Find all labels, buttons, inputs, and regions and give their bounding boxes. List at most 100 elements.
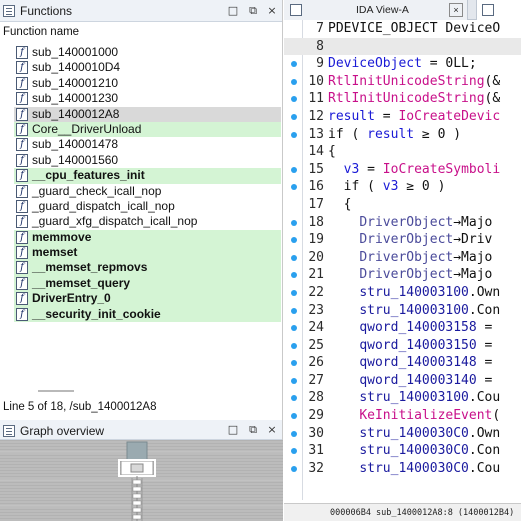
code-text: qword_140003150 = bbox=[328, 337, 492, 355]
horizontal-scrollbar[interactable] bbox=[38, 390, 74, 392]
function-list-item[interactable]: f __memset_query bbox=[14, 275, 281, 292]
code-line[interactable]: 32 stru_1400030C0.Cou bbox=[284, 460, 521, 478]
breakpoint-dot-icon[interactable] bbox=[291, 307, 297, 314]
code-line[interactable]: 11 RtlInitUnicodeString(& bbox=[284, 90, 521, 108]
breakpoint-dot-icon[interactable] bbox=[291, 113, 297, 120]
code-text: result = IoCreateDevic bbox=[328, 108, 500, 126]
function-list-item[interactable]: f DriverEntry_0 bbox=[14, 291, 281, 307]
breakpoint-dot-icon[interactable] bbox=[291, 96, 297, 103]
functions-status: Line 5 of 18, /sub_1400012A8 bbox=[3, 401, 157, 413]
restore-icon[interactable]: □ bbox=[225, 422, 241, 438]
functions-panel: Functions □ ⧉ × Function name f sub_14000… bbox=[0, 0, 283, 418]
breakpoint-dot-icon[interactable] bbox=[291, 166, 297, 173]
breakpoint-dot-icon[interactable] bbox=[291, 413, 297, 420]
function-list-item[interactable]: f _guard_dispatch_icall_nop bbox=[14, 199, 281, 214]
code-line[interactable]: 21 DriverObject→Majo bbox=[284, 266, 521, 284]
code-line[interactable]: 9 DeviceObject = 0LL; bbox=[284, 55, 521, 73]
breakpoint-dot-icon[interactable] bbox=[291, 219, 297, 226]
code-text: v3 = IoCreateSymboli bbox=[328, 161, 501, 179]
tab-close-icon[interactable]: × bbox=[449, 3, 463, 17]
code-line[interactable]: 19 DriverObject→Driv bbox=[284, 231, 521, 249]
breakpoint-dot-icon[interactable] bbox=[291, 377, 297, 384]
breakpoint-dot-icon[interactable] bbox=[291, 289, 297, 296]
code-token: result bbox=[367, 126, 415, 142]
float-icon[interactable]: ⧉ bbox=[245, 422, 261, 438]
function-icon: f bbox=[16, 92, 28, 106]
breakpoint-dot-icon[interactable] bbox=[291, 430, 297, 437]
code-line[interactable]: 22 stru_140003100.Own bbox=[284, 284, 521, 302]
breakpoint-dot-icon[interactable] bbox=[291, 131, 297, 138]
code-line[interactable]: 14{ bbox=[284, 143, 521, 161]
code-line[interactable]: 29 KeInitializeEvent( bbox=[284, 407, 521, 425]
code-line[interactable]: 28 stru_140003100.Cou bbox=[284, 389, 521, 407]
breakpoint-dot-icon[interactable] bbox=[291, 237, 297, 244]
restore-icon[interactable]: □ bbox=[225, 3, 241, 19]
function-list-item[interactable]: f sub_140001230 bbox=[14, 91, 281, 106]
code-line[interactable]: 25 qword_140003150 = bbox=[284, 337, 521, 355]
code-line[interactable]: 16 if ( v3 ≥ 0 ) bbox=[284, 178, 521, 196]
breakpoint-dot-icon[interactable] bbox=[291, 448, 297, 455]
code-lines[interactable]: 7 PDEVICE_OBJECT DeviceO 8 9 DeviceObject = … bbox=[284, 20, 521, 477]
code-line[interactable]: 31 stru_1400030C0.Con bbox=[284, 442, 521, 460]
code-line[interactable]: 15 v3 = IoCreateSymboli bbox=[284, 161, 521, 179]
breakpoint-dot-icon[interactable] bbox=[291, 254, 297, 261]
tab-pseudocode[interactable] bbox=[476, 0, 521, 20]
code-line[interactable]: 12 result = IoCreateDevic bbox=[284, 108, 521, 126]
function-list-item[interactable]: f Core__DriverUnload bbox=[14, 121, 281, 138]
function-list-item[interactable]: f sub_140001210 bbox=[14, 76, 281, 91]
breakpoint-dot-icon[interactable] bbox=[291, 184, 297, 191]
graph-overview-canvas[interactable] bbox=[0, 440, 283, 521]
code-line[interactable]: 30 stru_1400030C0.Own bbox=[284, 425, 521, 443]
function-list-item[interactable]: f __cpu_features_init bbox=[14, 168, 281, 184]
function-list-item[interactable]: f memmove bbox=[14, 229, 281, 246]
breakpoint-dot-icon[interactable] bbox=[291, 61, 297, 68]
close-icon[interactable]: × bbox=[264, 3, 280, 19]
breakpoint-dot-icon[interactable] bbox=[291, 342, 297, 349]
code-token: stru_140003100 bbox=[359, 390, 469, 406]
float-icon[interactable]: ⧉ bbox=[245, 3, 261, 19]
graph-overview-title: Graph overview bbox=[20, 424, 105, 438]
code-line[interactable]: 10 RtlInitUnicodeString(& bbox=[284, 73, 521, 91]
function-list-item[interactable]: f sub_140001478 bbox=[14, 137, 281, 152]
function-list-item[interactable]: f sub_1400010D4 bbox=[14, 60, 281, 75]
function-list-item[interactable]: f _guard_check_icall_nop bbox=[14, 184, 281, 199]
line-number: 25 bbox=[308, 337, 324, 353]
code-line[interactable]: 26 qword_140003148 = bbox=[284, 354, 521, 372]
code-line[interactable]: 24 qword_140003158 = bbox=[284, 319, 521, 337]
code-token: v3 bbox=[382, 179, 399, 195]
tab-ida-view-a[interactable]: IDA View-A × bbox=[284, 0, 468, 20]
code-text: DriverObject→Majo bbox=[328, 266, 492, 284]
function-list-item[interactable]: f _guard_xfg_dispatch_icall_nop bbox=[14, 214, 281, 229]
close-icon[interactable]: × bbox=[264, 422, 280, 438]
function-list-item[interactable]: f sub_1400012A8 bbox=[14, 106, 281, 122]
code-line[interactable]: 18 DriverObject→Majo bbox=[284, 214, 521, 232]
code-line[interactable]: 13 if ( result ≥ 0 ) bbox=[284, 126, 521, 144]
line-number: 19 bbox=[308, 232, 324, 248]
breakpoint-dot-icon[interactable] bbox=[291, 395, 297, 402]
code-line[interactable]: 7 PDEVICE_OBJECT DeviceO bbox=[284, 20, 521, 38]
function-list-item[interactable]: f sub_140001000 bbox=[14, 45, 281, 60]
function-list-item[interactable]: f __security_init_cookie bbox=[14, 306, 281, 323]
breakpoint-dot-icon[interactable] bbox=[291, 325, 297, 332]
code-line[interactable]: 17 { bbox=[284, 196, 521, 214]
breakpoint-dot-icon[interactable] bbox=[291, 465, 297, 472]
code-token: .Con bbox=[468, 302, 501, 318]
code-token: .Cou bbox=[468, 460, 501, 476]
code-line[interactable]: 20 DriverObject→Majo bbox=[284, 249, 521, 267]
breakpoint-dot-icon[interactable] bbox=[291, 272, 297, 279]
function-icon: f bbox=[16, 107, 28, 121]
code-line[interactable]: 23 stru_140003100.Con bbox=[284, 302, 521, 320]
code-line[interactable]: 8 bbox=[284, 37, 521, 56]
column-header-function-name[interactable]: Function name bbox=[0, 26, 282, 44]
function-list-item[interactable]: f __memset_repmovs bbox=[14, 260, 281, 276]
code-line[interactable]: 27 qword_140003140 = bbox=[284, 372, 521, 390]
code-token: v3 bbox=[343, 161, 360, 177]
line-number: 7 bbox=[316, 21, 324, 36]
function-list-item[interactable]: f memset bbox=[14, 245, 281, 261]
breakpoint-dot-icon[interactable] bbox=[291, 78, 297, 85]
breakpoint-dot-icon[interactable] bbox=[291, 360, 297, 367]
function-list-item[interactable]: f sub_140001560 bbox=[14, 153, 281, 168]
